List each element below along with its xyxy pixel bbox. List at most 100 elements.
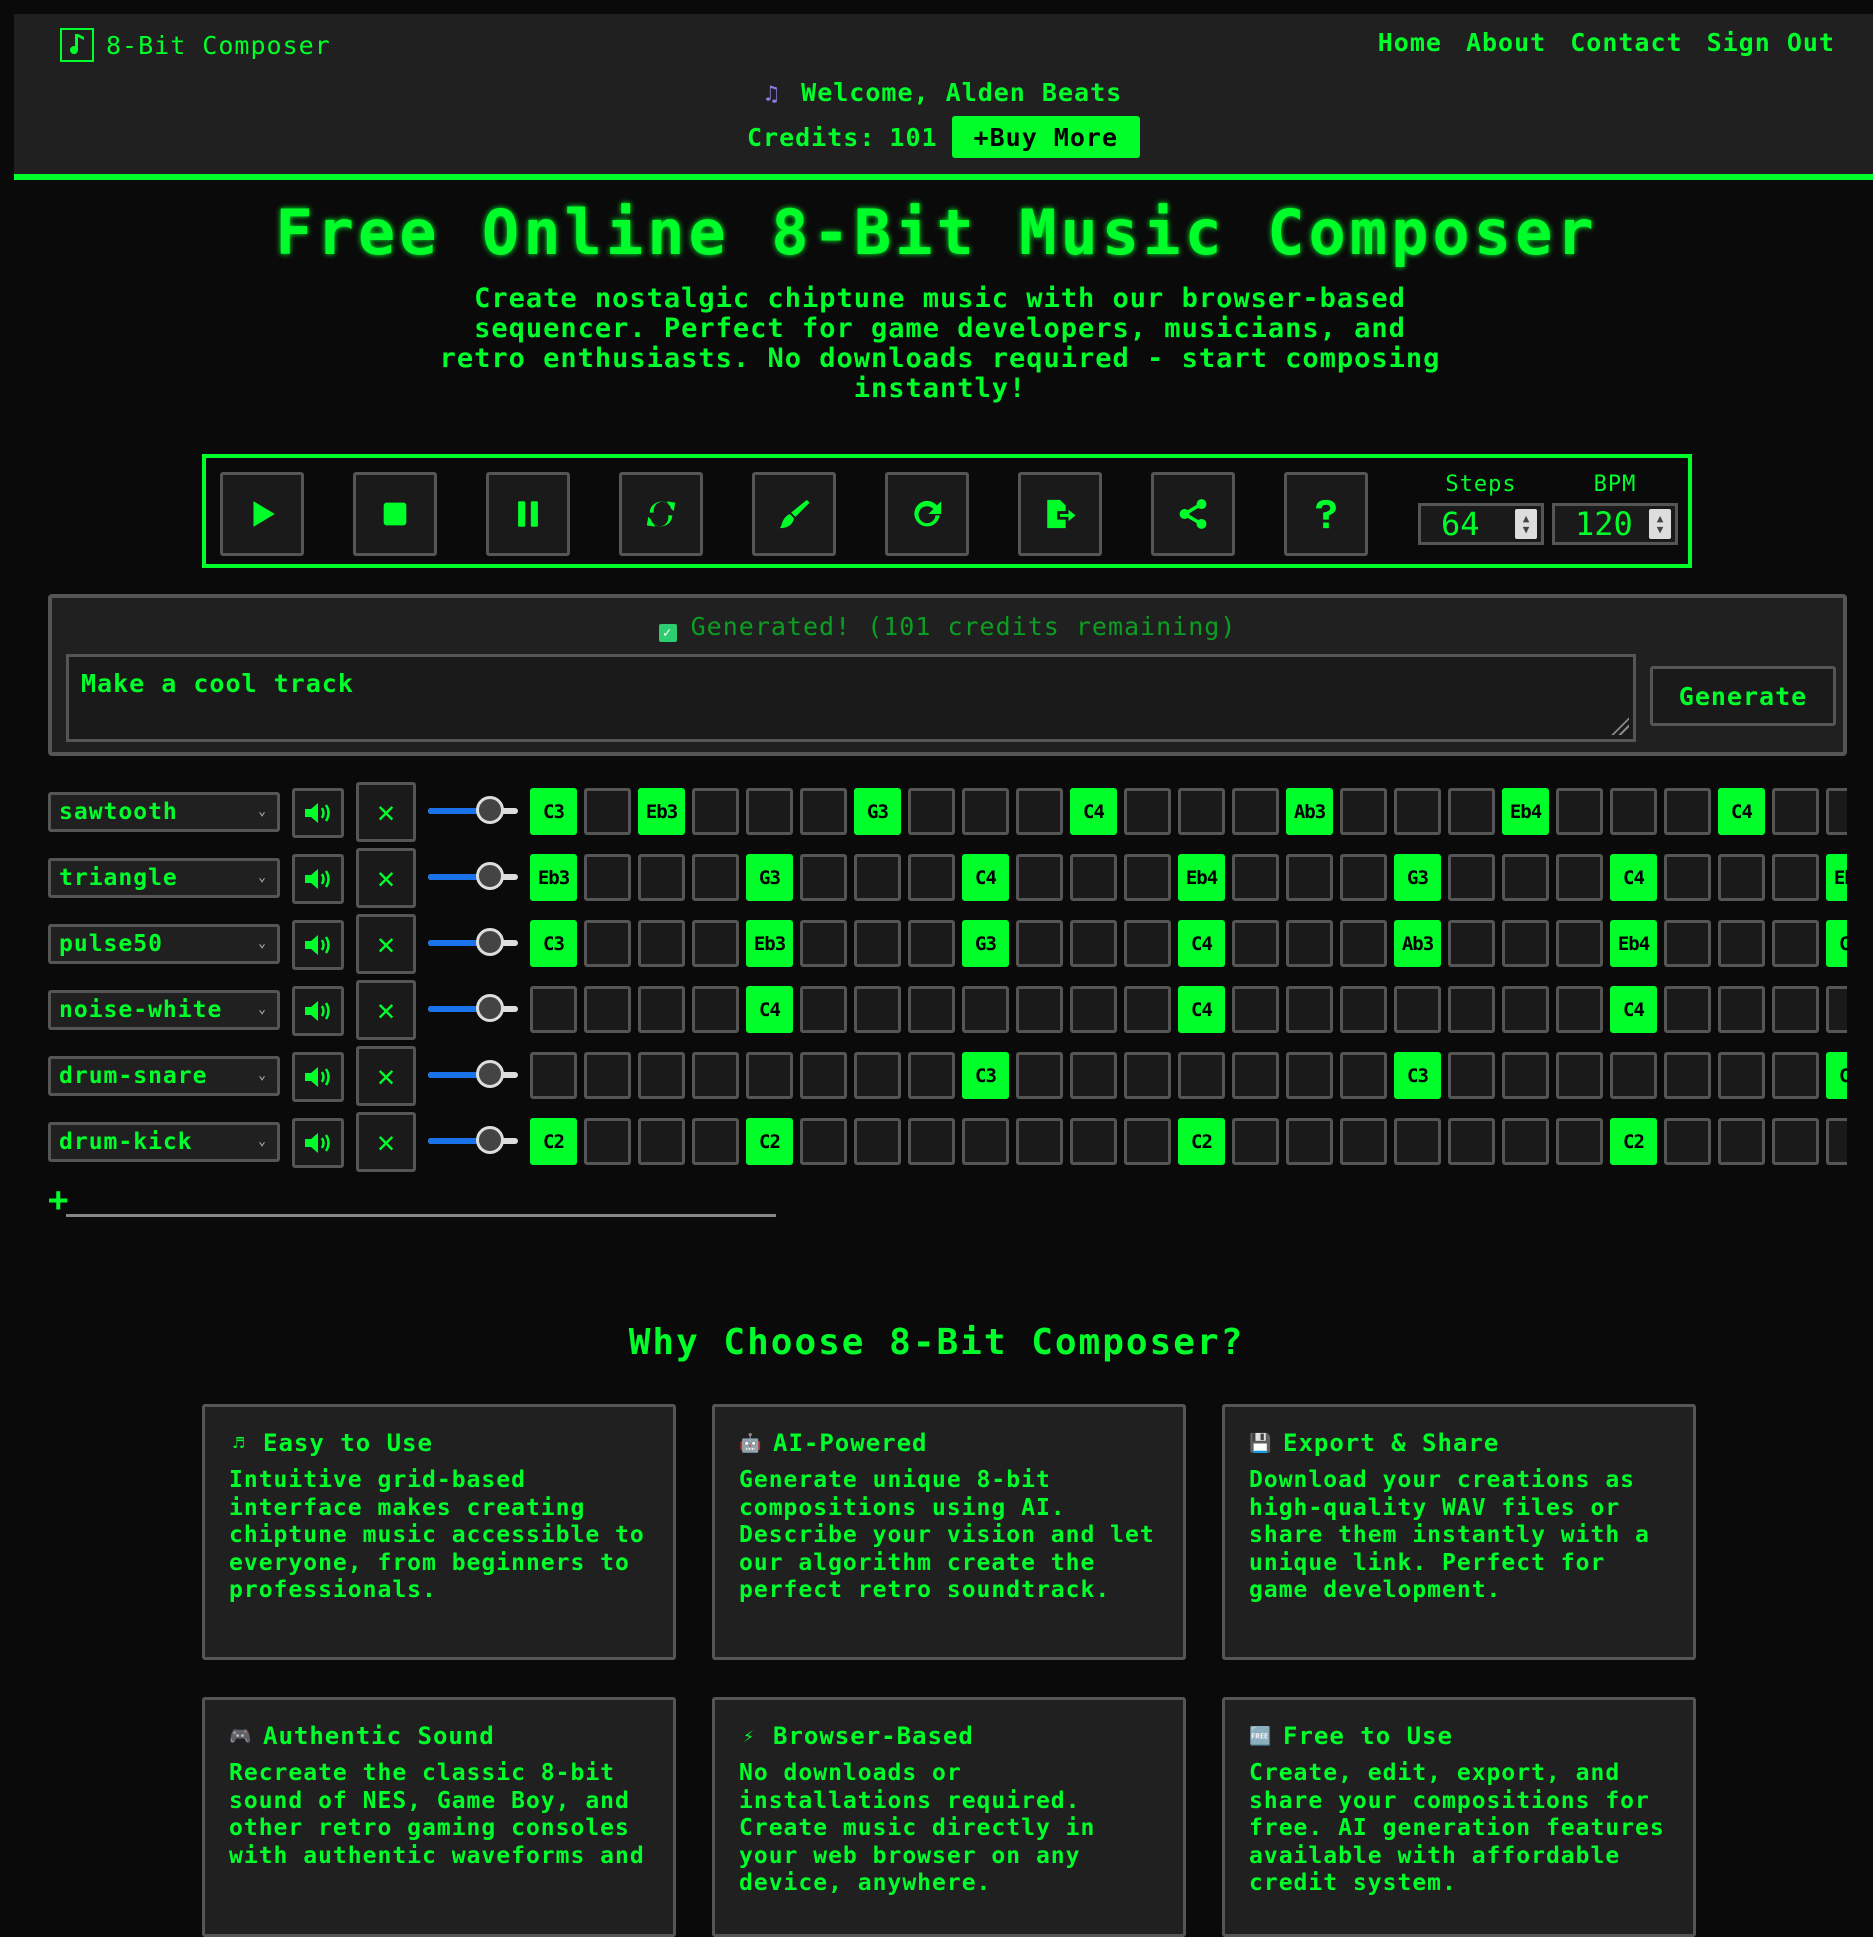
step-cell[interactable] (638, 986, 685, 1033)
step-cell[interactable] (908, 1052, 955, 1099)
step-cell[interactable]: C3 (962, 1052, 1009, 1099)
delete-track-button[interactable]: ✕ (356, 782, 416, 842)
step-cell[interactable]: C3 (530, 788, 577, 835)
step-cell[interactable] (962, 788, 1009, 835)
step-cell[interactable] (1772, 854, 1819, 901)
step-cell[interactable] (1178, 1052, 1225, 1099)
step-cell[interactable] (1232, 986, 1279, 1033)
step-cell[interactable] (1232, 1052, 1279, 1099)
step-cell[interactable] (1826, 1118, 1847, 1165)
bpm-spinner[interactable]: ▲ ▼ (1649, 509, 1671, 539)
brand[interactable]: 8-Bit Composer (60, 28, 331, 62)
step-cell[interactable] (1502, 1052, 1549, 1099)
step-cell[interactable] (1826, 788, 1847, 835)
step-cell[interactable]: Eb3 (746, 920, 793, 967)
step-cell[interactable]: Eb4 (1826, 854, 1847, 901)
step-cell[interactable] (1772, 920, 1819, 967)
loop-button[interactable] (619, 472, 703, 556)
step-cell[interactable]: C4 (1178, 920, 1225, 967)
step-cell[interactable] (1016, 854, 1063, 901)
step-cell[interactable] (1718, 986, 1765, 1033)
volume-knob[interactable] (476, 928, 504, 956)
step-cell[interactable] (638, 854, 685, 901)
step-cell[interactable] (1718, 920, 1765, 967)
play-button[interactable] (220, 472, 304, 556)
step-cell[interactable] (584, 920, 631, 967)
step-cell[interactable] (692, 920, 739, 967)
bpm-input[interactable]: 120 ▲ ▼ (1552, 503, 1678, 545)
step-cell[interactable] (800, 986, 847, 1033)
step-cell[interactable]: C3 (1826, 1052, 1847, 1099)
step-cell[interactable] (1826, 986, 1847, 1033)
step-cell[interactable] (1664, 854, 1711, 901)
step-cell[interactable] (1232, 854, 1279, 901)
step-cell[interactable] (854, 920, 901, 967)
step-cell[interactable] (584, 1118, 631, 1165)
step-cell[interactable] (908, 920, 955, 967)
step-cell[interactable] (854, 986, 901, 1033)
step-cell[interactable]: Ab3 (1286, 788, 1333, 835)
step-cell[interactable] (908, 854, 955, 901)
step-cell[interactable] (1232, 920, 1279, 967)
step-cell[interactable] (1772, 986, 1819, 1033)
clear-button[interactable] (752, 472, 836, 556)
step-cell[interactable] (1394, 788, 1441, 835)
export-button[interactable] (1018, 472, 1102, 556)
step-cell[interactable] (854, 1052, 901, 1099)
mute-button[interactable] (292, 788, 344, 838)
step-cell[interactable] (1772, 1118, 1819, 1165)
step-cell[interactable]: C4 (1178, 986, 1225, 1033)
step-cell[interactable] (800, 920, 847, 967)
step-cell[interactable] (638, 1118, 685, 1165)
step-cell[interactable] (1286, 920, 1333, 967)
step-cell[interactable] (692, 1118, 739, 1165)
step-cell[interactable] (1610, 788, 1657, 835)
delete-track-button[interactable]: ✕ (356, 914, 416, 974)
step-cell[interactable] (1556, 920, 1603, 967)
step-cell[interactable] (1718, 1052, 1765, 1099)
step-cell[interactable] (1340, 986, 1387, 1033)
step-cell[interactable] (1124, 788, 1171, 835)
volume-slider[interactable] (428, 994, 518, 1022)
step-cell[interactable] (584, 788, 631, 835)
step-cell[interactable] (584, 986, 631, 1033)
delete-track-button[interactable]: ✕ (356, 1112, 416, 1172)
step-cell[interactable] (1448, 1052, 1495, 1099)
step-cell[interactable] (1232, 788, 1279, 835)
step-cell[interactable] (1016, 1052, 1063, 1099)
step-cell[interactable] (800, 788, 847, 835)
step-cell[interactable]: C3 (530, 920, 577, 967)
nav-home-link[interactable]: Home (1378, 28, 1442, 57)
step-cell[interactable] (1556, 788, 1603, 835)
step-cell[interactable] (1556, 1052, 1603, 1099)
step-cell[interactable] (692, 854, 739, 901)
step-cell[interactable] (1772, 1052, 1819, 1099)
step-cell[interactable] (1502, 986, 1549, 1033)
buy-more-button[interactable]: +Buy More (951, 116, 1141, 158)
step-cell[interactable] (1610, 1052, 1657, 1099)
nav-sign-out-link[interactable]: Sign Out (1707, 28, 1835, 57)
volume-slider[interactable] (428, 928, 518, 956)
step-cell[interactable]: C3 (1394, 1052, 1441, 1099)
step-cell[interactable] (1718, 1118, 1765, 1165)
step-cell[interactable] (1070, 1052, 1117, 1099)
step-cell[interactable] (908, 986, 955, 1033)
step-cell[interactable] (1556, 986, 1603, 1033)
step-cell[interactable] (962, 1118, 1009, 1165)
step-cell[interactable] (1448, 986, 1495, 1033)
step-cell[interactable]: C4 (1718, 788, 1765, 835)
volume-knob[interactable] (476, 1060, 504, 1088)
help-button[interactable] (1284, 472, 1368, 556)
volume-knob[interactable] (476, 796, 504, 824)
step-cell[interactable] (746, 1052, 793, 1099)
step-cell[interactable]: C4 (1610, 986, 1657, 1033)
step-cell[interactable] (1286, 1118, 1333, 1165)
volume-knob[interactable] (476, 862, 504, 890)
steps-spinner[interactable]: ▲ ▼ (1515, 509, 1537, 539)
step-cell[interactable]: C2 (1610, 1118, 1657, 1165)
step-cell[interactable] (1016, 1118, 1063, 1165)
delete-track-button[interactable]: ✕ (356, 1046, 416, 1106)
step-cell[interactable]: Eb4 (1502, 788, 1549, 835)
volume-slider[interactable] (428, 862, 518, 890)
step-cell[interactable] (1448, 1118, 1495, 1165)
